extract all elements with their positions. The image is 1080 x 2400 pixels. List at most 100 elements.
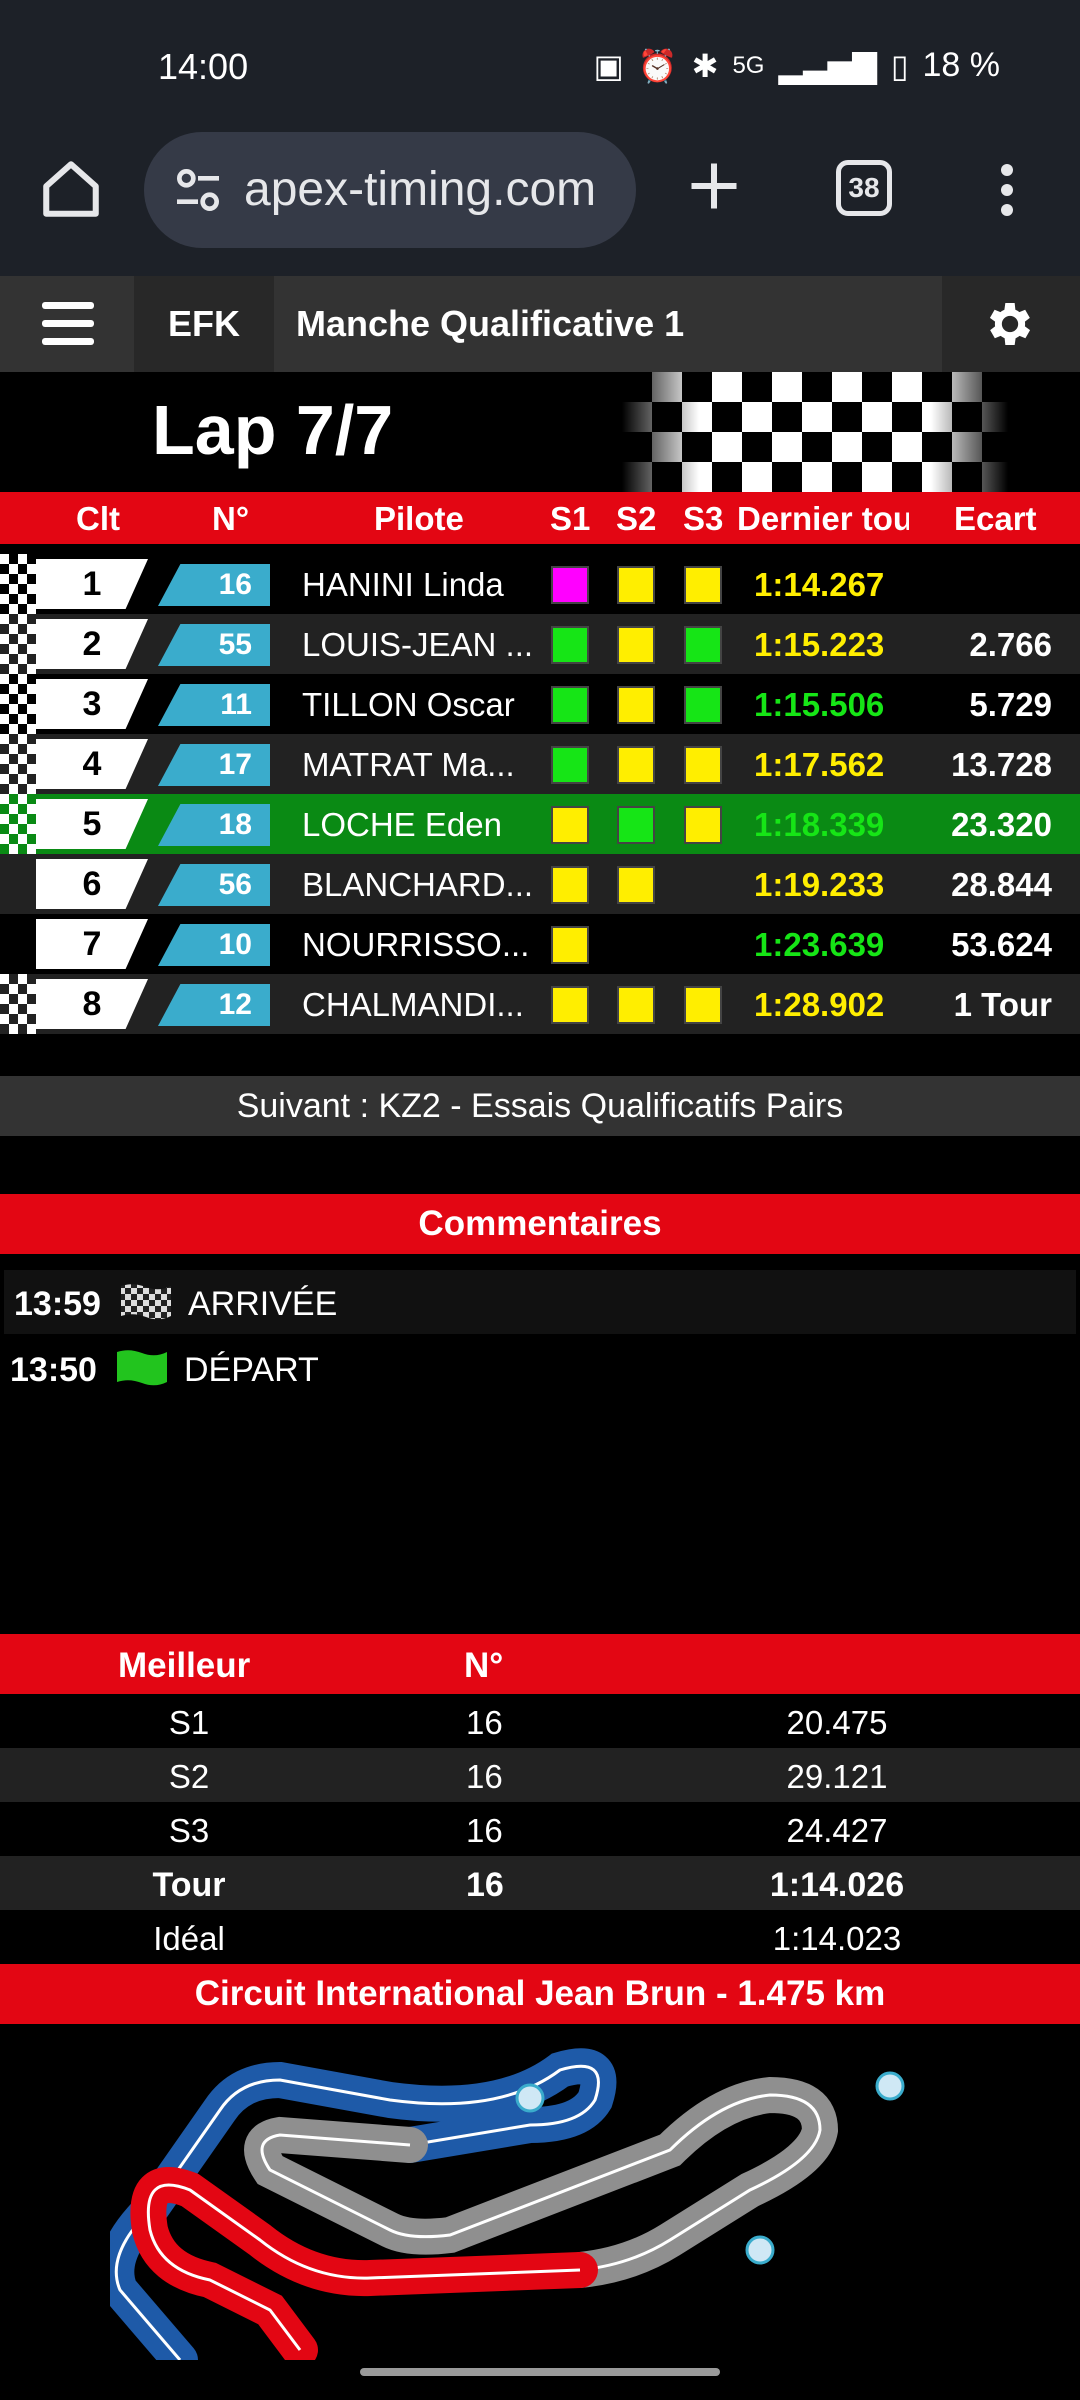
circuit-map <box>110 2048 905 2360</box>
sector-s2-indicator <box>617 566 655 604</box>
best-label: Idéal <box>153 1920 225 1957</box>
last-lap-time: 1:15.506 <box>754 686 885 723</box>
col-position[interactable]: Clt <box>76 500 120 538</box>
table-row[interactable]: 8 12 CHALMANDI... 1:28.902 1 Tour <box>0 974 1080 1034</box>
settings-button[interactable] <box>942 276 1080 372</box>
lap-banner: Lap 7/7 <box>0 372 1080 492</box>
table-row[interactable]: 7 10 NOURRISSO... 1:23.639 53.624 <box>0 914 1080 974</box>
tab-switcher-button[interactable]: 38 <box>836 160 892 216</box>
best-time: 24.427 <box>786 1812 888 1849</box>
gap-value: 5.729 <box>969 686 1052 723</box>
position-badge: 2 <box>36 619 148 669</box>
sector-s2-indicator <box>617 626 655 664</box>
comment-time: 13:59 <box>14 1285 101 1323</box>
table-row[interactable]: 3 11 TILLON Oscar 1:15.506 5.729 <box>0 674 1080 734</box>
green-flag-icon <box>117 1350 167 1386</box>
more-menu-icon[interactable] <box>992 160 1022 220</box>
sector-s3-indicator <box>684 986 722 1024</box>
comment-item: 13:59 ARRIVÉE <box>4 1270 1076 1334</box>
gap-value: 13.728 <box>951 746 1052 783</box>
status-icons: ▣ ⏰ ✱ 5G ▂▃▅▇ ▯ 18 % <box>594 46 1000 85</box>
sector-s2-indicator <box>617 866 655 904</box>
sector-marker <box>745 2235 775 2265</box>
best-number: 16 <box>466 1704 503 1741</box>
gap-value: 53.624 <box>951 926 1052 963</box>
col-pilot[interactable]: Pilote <box>374 500 464 538</box>
position-badge: 3 <box>36 679 148 729</box>
battery-icon: ▯ <box>890 47 909 84</box>
best-time: 1:14.026 <box>769 1866 905 1904</box>
position-badge: 7 <box>36 919 148 969</box>
best-label: S2 <box>168 1758 210 1795</box>
best-col-number: N° <box>464 1646 504 1685</box>
col-gap: Ecart <box>954 500 1037 537</box>
gap-value: 2.766 <box>969 626 1052 663</box>
lap-counter: Lap 7/7 <box>152 391 394 469</box>
position-badge: 6 <box>36 859 148 909</box>
bluetooth-icon: ✱ <box>691 47 719 84</box>
position-badge: 4 <box>36 739 148 789</box>
alarm-icon: ⏰ <box>637 47 678 84</box>
new-tab-icon[interactable] <box>684 156 744 216</box>
col-s2: S2 <box>616 500 657 537</box>
sector-s2-indicator <box>617 986 655 1024</box>
checkered-flag-icon <box>0 554 36 614</box>
last-lap-time: 1:14.267 <box>754 566 885 603</box>
checkered-flag-banner-icon <box>622 372 1008 492</box>
sector-s1-indicator <box>551 566 589 604</box>
pilot-name: HANINI Linda <box>302 566 504 603</box>
best-number: 16 <box>466 1866 504 1904</box>
best-row-s1: S1 16 20.475 <box>0 1694 1080 1748</box>
last-lap-time: 1:28.902 <box>754 986 885 1023</box>
last-lap-time: 1:15.223 <box>754 626 885 663</box>
col-s1: S1 <box>550 500 591 537</box>
table-row[interactable]: 5 18 LOCHE Eden 1:18.339 23.320 <box>0 794 1080 854</box>
site-header: EFK Manche Qualificative 1 <box>0 276 1080 372</box>
checkered-flag-icon <box>121 1284 171 1320</box>
best-row-s2: S2 16 29.121 <box>0 1748 1080 1802</box>
sector-s3-indicator <box>684 566 722 604</box>
gesture-nav-handle <box>360 2368 720 2376</box>
table-row[interactable]: 6 56 BLANCHARD... 1:19.233 28.844 <box>0 854 1080 914</box>
sector-marker <box>875 2071 905 2101</box>
home-icon[interactable] <box>38 156 104 222</box>
comment-item: 13:50 DÉPART <box>0 1336 1080 1400</box>
kart-number-badge: 16 <box>158 564 270 606</box>
position-badge: 8 <box>36 979 148 1029</box>
sector-s1-indicator <box>551 626 589 664</box>
url-bar[interactable]: apex-timing.com <box>144 132 636 248</box>
brand-label[interactable]: EFK <box>134 276 274 372</box>
col-number[interactable]: N° <box>212 500 249 538</box>
comment-time: 13:50 <box>10 1351 97 1389</box>
site-settings-icon[interactable] <box>170 162 226 218</box>
signal-bars-icon: ▂▃▅▇ <box>778 47 877 84</box>
kart-number-badge: 55 <box>158 624 270 666</box>
table-row[interactable]: 1 16 HANINI Linda 1:14.267 <box>0 554 1080 614</box>
best-times-header: Meilleur N° <box>0 1634 1080 1694</box>
sector-s1-indicator <box>551 866 589 904</box>
last-lap-time: 1:19.233 <box>754 866 885 903</box>
sector-s1-indicator <box>551 926 589 964</box>
col-last-lap: Dernier tou <box>737 500 909 537</box>
checkered-flag-icon <box>0 614 36 674</box>
sector-s1-indicator <box>551 746 589 784</box>
sector-s3-indicator <box>684 806 722 844</box>
pilot-name: CHALMANDI... <box>302 986 524 1023</box>
kart-number-badge: 56 <box>158 864 270 906</box>
sector-s3-indicator <box>684 686 722 724</box>
table-row[interactable]: 2 55 LOUIS-JEAN ... 1:15.223 2.766 <box>0 614 1080 674</box>
table-row[interactable]: 4 17 MATRAT Ma... 1:17.562 13.728 <box>0 734 1080 794</box>
checkered-flag-icon <box>0 734 36 794</box>
last-lap-time: 1:17.562 <box>754 746 885 783</box>
checkered-flag-icon <box>0 974 36 1034</box>
best-row-ideal: Idéal 1:14.023 <box>0 1910 1080 1964</box>
comment-text: ARRIVÉE <box>188 1285 338 1323</box>
comments-header: Commentaires <box>0 1194 1080 1254</box>
gap-value: 28.844 <box>951 866 1052 903</box>
best-label: S1 <box>168 1704 210 1741</box>
pilot-name: TILLON Oscar <box>302 686 515 723</box>
last-lap-time: 1:18.339 <box>754 806 885 843</box>
menu-icon[interactable] <box>0 276 134 372</box>
sector-s3-indicator <box>684 746 722 784</box>
sector-s1-indicator <box>551 806 589 844</box>
